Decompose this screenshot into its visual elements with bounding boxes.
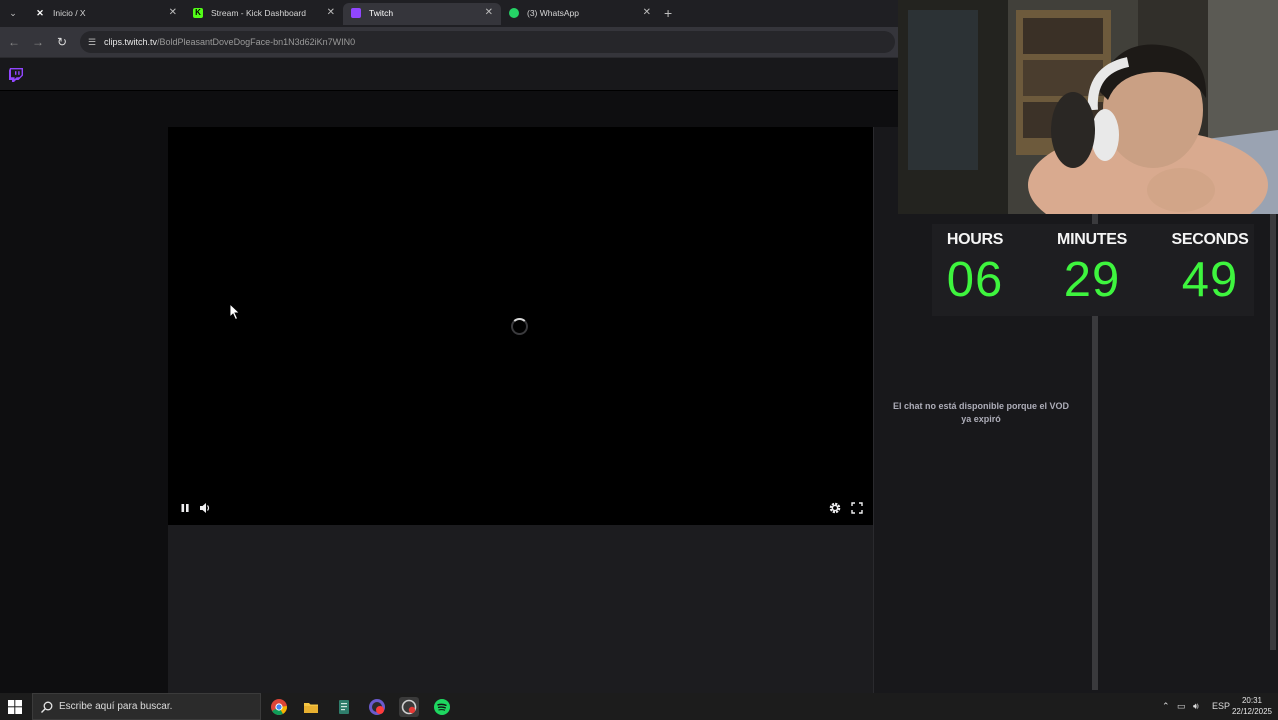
chat-unavailable-message: El chat no está disponible porque el VOD…: [892, 401, 1070, 424]
x-logo-icon: ✕: [36, 8, 44, 18]
minutes-label: MINUTES: [1057, 231, 1127, 248]
tab-search-icon[interactable]: ⌄: [5, 6, 21, 21]
url-text[interactable]: clips.twitch.tv/BoldPleasantDoveDogFace-…: [104, 35, 355, 49]
address-bar[interactable]: ☰ clips.twitch.tv/BoldPleasantDoveDogFac…: [80, 31, 895, 53]
tab-close-icon[interactable]: ✕: [485, 3, 493, 23]
browser-toolbar: ← → ↻ ☰ clips.twitch.tv/BoldPleasantDove…: [0, 27, 898, 57]
countdown-timer: HOURS 06 MINUTES 29 SECONDS 49: [932, 224, 1254, 316]
tab-title: (3) WhatsApp: [527, 8, 579, 18]
settings-gear-icon[interactable]: [828, 501, 842, 515]
back-arrow-icon[interactable]: ←: [6, 34, 22, 50]
tab-kick-dashboard[interactable]: K Stream - Kick Dashboard ✕: [185, 3, 343, 25]
twitch-logo-icon: [351, 8, 361, 18]
chrome-app-icon[interactable]: [269, 697, 289, 717]
tab-close-icon[interactable]: ✕: [643, 3, 651, 23]
reload-icon[interactable]: ↻: [54, 34, 70, 50]
tab-close-icon[interactable]: ✕: [169, 3, 177, 23]
tab-title: Stream - Kick Dashboard: [211, 8, 306, 18]
timer-seconds: SECONDS 49: [1155, 224, 1265, 307]
timer-minutes: MINUTES 29: [1037, 224, 1147, 307]
taskbar-search-box[interactable]: Escribe aquí para buscar.: [32, 693, 261, 720]
tray-chevron-up-icon[interactable]: ⌃: [1162, 693, 1170, 720]
clock-time: 20:31: [1241, 696, 1263, 705]
volume-icon[interactable]: [198, 501, 212, 515]
recording-app-icon[interactable]: [399, 697, 419, 717]
spotify-app-icon[interactable]: [432, 697, 452, 717]
tab-title: Inicio / X: [53, 8, 86, 18]
obs-app-icon[interactable]: [367, 697, 387, 717]
fullscreen-icon[interactable]: [850, 501, 864, 515]
kick-logo-icon: K: [193, 8, 203, 18]
clock-date: 22/12/2025: [1231, 707, 1273, 716]
twitch-clip-page: [0, 57, 898, 693]
stream-overlay-panel: HOURS 06 MINUTES 29 SECONDS 49 El chat n…: [893, 214, 1278, 693]
site-info-icon[interactable]: ☰: [88, 37, 98, 47]
tab-x[interactable]: ✕ Inicio / X ✕: [27, 3, 185, 25]
windows-start-icon[interactable]: [8, 700, 22, 714]
webcam-image: [898, 0, 1278, 214]
notepad-app-icon[interactable]: [334, 697, 354, 717]
taskbar-clock[interactable]: 20:31 22/12/2025: [1228, 695, 1276, 717]
mouse-cursor-icon: [229, 303, 241, 321]
search-icon: [41, 701, 53, 713]
hours-value: 06: [946, 253, 1004, 307]
volume-tray-icon[interactable]: 🔊︎: [1193, 693, 1199, 720]
clip-info-area: [168, 525, 873, 693]
file-explorer-icon[interactable]: [301, 697, 321, 717]
timer-hours: HOURS 06: [920, 224, 1030, 307]
whatsapp-logo-icon: [509, 8, 519, 18]
tab-whatsapp[interactable]: (3) WhatsApp ✕: [501, 3, 659, 25]
network-icon[interactable]: ▭: [1177, 693, 1186, 720]
twitch-top-nav: [0, 57, 898, 91]
tab-title: Twitch: [369, 8, 394, 18]
overlay-scrollbar: [1270, 214, 1276, 650]
seconds-value: 49: [1181, 253, 1239, 307]
webcam-feed: [898, 0, 1278, 214]
forward-arrow-icon[interactable]: →: [30, 34, 46, 50]
seconds-label: SECONDS: [1171, 231, 1249, 248]
search-placeholder: Escribe aquí para buscar.: [59, 701, 173, 712]
hours-label: HOURS: [946, 231, 1004, 248]
minutes-value: 29: [1063, 253, 1121, 307]
video-player[interactable]: [168, 127, 873, 525]
loading-spinner: [511, 318, 528, 335]
windows-taskbar: Escribe aquí para buscar. ⌃ ▭ 🔊︎ ESP 20:…: [0, 693, 1278, 720]
browser-tab-strip: ⌄ ✕ Inicio / X ✕ K Stream - Kick Dashboa…: [0, 0, 898, 27]
pause-icon[interactable]: [178, 501, 192, 515]
tab-close-icon[interactable]: ✕: [327, 3, 335, 23]
twitch-logo-icon[interactable]: [8, 67, 24, 83]
tab-twitch[interactable]: Twitch ✕: [343, 3, 501, 25]
new-tab-button[interactable]: +: [664, 5, 672, 21]
